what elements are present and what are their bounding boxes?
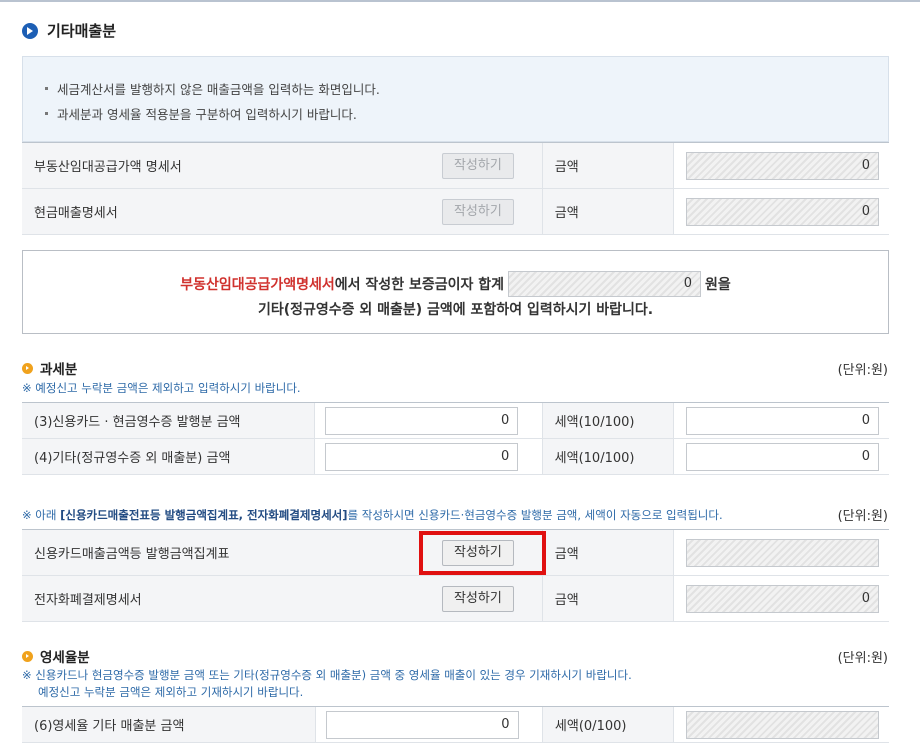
unit-label: (단위:원) xyxy=(837,509,888,524)
table-row: 현금매출명세서 작성하기 금액 0 xyxy=(22,188,889,235)
other-tax-input[interactable]: 0 xyxy=(685,442,879,471)
taxable-title: 과세분 xyxy=(40,362,78,378)
tax-label: 세액(0/100) xyxy=(541,706,674,743)
taxable-note: ※ 예정신고 누락분 금액은 제외하고 입력하시기 바랍니다. xyxy=(22,381,301,395)
taxable-table: (3)신용카드 · 현금영수증 발행분 금액 0 세액(10/100) 0 (4… xyxy=(22,402,889,475)
row-label: (4)기타(정규영수증 외 매출분) 금액 xyxy=(22,438,315,475)
info-box: 세금계산서를 발행하지 않은 매출금액을 입력하는 화면입니다. 과세분과 영세… xyxy=(22,56,889,142)
tax-label: 세액(10/100) xyxy=(541,438,674,475)
zero-rate-title: 영세율분 xyxy=(40,650,90,666)
amount-label: 금액 xyxy=(541,142,674,189)
row-label: 신용카드매출금액등 발행금액집계표 xyxy=(22,529,430,576)
section-title: 기타매출분 xyxy=(47,22,117,40)
row-label: 현금매출명세서 xyxy=(22,188,430,235)
unit-label: (단위:원) xyxy=(837,651,888,666)
circle-arrow-icon xyxy=(22,22,38,39)
table-row: (6)영세율 기타 매출분 금액 0 세액(0/100) xyxy=(22,706,889,743)
info-line: 과세분과 영세율 적용분을 구분하여 입력하시기 바랍니다. xyxy=(57,107,357,122)
bullet-icon xyxy=(45,87,48,90)
table-row: 부동산임대공급가액 명세서 작성하기 금액 0 xyxy=(22,142,889,189)
table-row: 전자화폐결제명세서 작성하기 금액 0 xyxy=(22,575,889,622)
taxable-header: 과세분 xyxy=(22,358,77,378)
section-header: 기타매출분 xyxy=(22,20,116,41)
highlight-box xyxy=(419,531,546,575)
row-label: (6)영세율 기타 매출분 금액 xyxy=(22,706,315,743)
other-amount-input[interactable]: 0 xyxy=(325,442,519,471)
zero-rate-note: ※ 신용카드나 현금영수증 발행분 금액 또는 기타(정규영수증 외 매출분) … xyxy=(22,668,632,682)
bullet-icon xyxy=(45,112,48,115)
row-label: 부동산임대공급가액 명세서 xyxy=(22,142,430,189)
orange-arrow-icon xyxy=(22,650,33,662)
unit-label: (단위:원) xyxy=(837,363,888,378)
write-button[interactable]: 작성하기 xyxy=(441,152,514,179)
amount-field: 0 xyxy=(685,584,879,613)
card-note: ※ 아래 [신용카드매출전표등 발행금액집계표, 전자화폐결제명세서]를 작성하… xyxy=(22,508,723,522)
notice-text: 원을 xyxy=(704,277,731,293)
zero-rate-note: 예정신고 누락분 금액은 제외하고 기재하시기 바랍니다. xyxy=(38,685,304,699)
tax-label: 세액(10/100) xyxy=(541,402,674,439)
amount-label: 금액 xyxy=(541,188,674,235)
notice-text: 에서 작성한 보증금이자 합계 xyxy=(334,277,504,293)
table-row: (4)기타(정규영수증 외 매출분) 금액 0 세액(10/100) 0 xyxy=(22,438,889,475)
zero-rate-tax-field xyxy=(685,710,879,739)
amount-field: 0 xyxy=(685,151,879,180)
amount-field xyxy=(685,538,879,567)
table-row: (3)신용카드 · 현금영수증 발행분 금액 0 세액(10/100) 0 xyxy=(22,402,889,439)
e-money-write-button[interactable]: 작성하기 xyxy=(441,585,514,612)
zero-rate-table: (6)영세율 기타 매출분 금액 0 세액(0/100) xyxy=(22,706,889,743)
top-border xyxy=(0,0,920,2)
zero-rate-header: 영세율분 xyxy=(22,646,90,666)
notice-text: 기타(정규영수증 외 매출분) 금액에 포함하여 입력하시기 바랍니다. xyxy=(257,302,654,318)
info-line: 세금계산서를 발행하지 않은 매출금액을 입력하는 화면입니다. xyxy=(57,82,380,97)
deposit-interest-notice: 부동산임대공급가액명세서 에서 작성한 보증금이자 합계 0 원을 기타(정규영… xyxy=(22,250,889,334)
row-label: 전자화폐결제명세서 xyxy=(22,575,430,622)
card-note-bold: [신용카드매출전표등 발행금액집계표, 전자화폐결제명세서] xyxy=(60,508,348,522)
orange-arrow-icon xyxy=(22,362,33,374)
zero-rate-amount-input[interactable]: 0 xyxy=(325,710,519,739)
top-statement-table: 부동산임대공급가액 명세서 작성하기 금액 0 현금매출명세서 작성하기 금액 … xyxy=(22,142,889,235)
amount-label: 금액 xyxy=(541,575,674,622)
deposit-interest-field: 0 xyxy=(507,271,701,297)
amount-label: 금액 xyxy=(541,529,674,576)
row-label: (3)신용카드 · 현금영수증 발행분 금액 xyxy=(22,402,315,439)
amount-field: 0 xyxy=(685,197,879,226)
notice-link-text: 부동산임대공급가액명세서 xyxy=(180,277,335,293)
card-cash-amount-input[interactable]: 0 xyxy=(325,406,519,435)
write-button[interactable]: 작성하기 xyxy=(441,198,514,225)
card-cash-tax-input[interactable]: 0 xyxy=(685,406,879,435)
